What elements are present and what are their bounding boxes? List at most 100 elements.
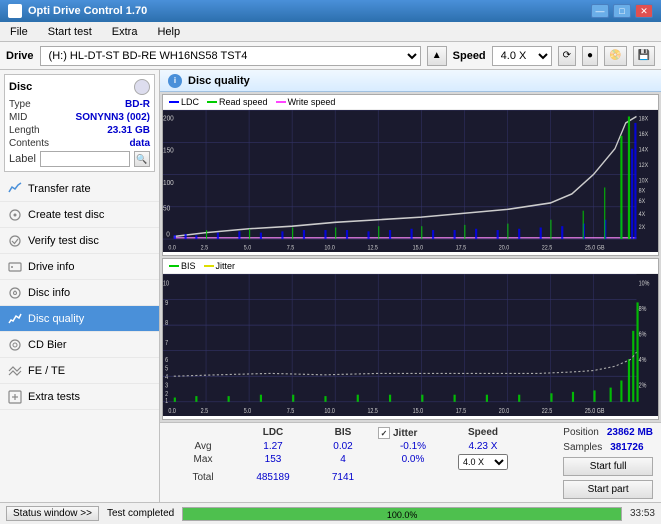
svg-text:22.5: 22.5 [542, 245, 553, 252]
progress-text: 100.0% [183, 508, 621, 522]
disc-contents-label: Contents [9, 138, 49, 149]
stats-max-ldc: 153 [238, 454, 308, 470]
close-button[interactable]: ✕ [635, 4, 653, 18]
legend-read-speed-label: Read speed [219, 97, 268, 107]
stats-table: LDC BIS ✓ Jitter Speed Avg 1.27 [168, 427, 551, 485]
svg-text:20.0: 20.0 [499, 245, 510, 252]
stats-avg-jitter: -0.1% [378, 441, 448, 452]
sidebar-item-cd-bier[interactable]: CD Bier [0, 332, 159, 358]
sidebar-item-transfer-rate[interactable]: Transfer rate [0, 176, 159, 202]
drive-action-btn2[interactable]: ● [582, 46, 598, 66]
disc-label-row: Label 🔍 [9, 151, 150, 167]
stats-avg-label: Avg [168, 441, 238, 452]
app-title: Opti Drive Control 1.70 [28, 5, 147, 17]
disc-image-icon [134, 79, 150, 95]
nav-label-create-test-disc: Create test disc [28, 209, 104, 221]
status-window-button[interactable]: Status window >> [6, 506, 99, 521]
chart-bottom-legend: BIS Jitter [163, 259, 658, 274]
sidebar-item-create-test-disc[interactable]: Create test disc [0, 202, 159, 228]
stats-total-ldc: 485189 [238, 472, 308, 483]
nav-label-transfer-rate: Transfer rate [28, 183, 91, 195]
drive-save-btn[interactable]: 💾 [633, 46, 655, 66]
svg-text:10.0: 10.0 [324, 245, 335, 252]
stats-total-row: Total 485189 7141 [168, 472, 551, 483]
svg-text:15.0: 15.0 [413, 408, 424, 416]
svg-text:0.0: 0.0 [168, 245, 176, 252]
nav-label-extra-tests: Extra tests [28, 391, 80, 403]
svg-text:17.5: 17.5 [456, 408, 467, 416]
disc-label-label: Label [9, 153, 36, 165]
disc-mid-label: MID [9, 112, 27, 123]
jitter-label: Jitter [393, 428, 417, 439]
svg-text:0.0: 0.0 [168, 408, 176, 416]
svg-text:2X: 2X [639, 224, 646, 231]
title-bar-left: Opti Drive Control 1.70 [8, 4, 147, 18]
menu-bar: File Start test Extra Help [0, 22, 661, 42]
verify-test-disc-icon [8, 234, 22, 248]
sidebar-item-verify-test-disc[interactable]: Verify test disc [0, 228, 159, 254]
svg-text:2%: 2% [639, 382, 647, 390]
nav-items: Transfer rate Create test disc Verify te… [0, 176, 159, 502]
stats-speed-select[interactable]: 4.0 X [458, 454, 508, 470]
chart-bottom-svg: 10 9 8 7 6 5 4 3 2 1 10% 8% 6% 4% 2% [163, 274, 658, 416]
legend-write-speed-label: Write speed [288, 97, 336, 107]
title-bar-controls: — □ ✕ [591, 4, 653, 18]
extra-tests-icon [8, 390, 22, 404]
sidebar-item-drive-info[interactable]: Drive info [0, 254, 159, 280]
speed-select[interactable]: 4.0 X [492, 46, 552, 66]
drive-action-btn3[interactable]: 📀 [604, 46, 626, 66]
svg-text:8%: 8% [639, 305, 647, 313]
samples-value: 381726 [610, 442, 643, 453]
disc-label-search-button[interactable]: 🔍 [134, 151, 150, 167]
svg-text:1: 1 [165, 398, 168, 406]
sidebar-item-fe-te[interactable]: FE / TE [0, 358, 159, 384]
position-label: Position [563, 427, 599, 438]
svg-text:6X: 6X [639, 199, 646, 206]
disc-mid-value: SONYNN3 (002) [76, 112, 150, 123]
drive-info-icon [8, 260, 22, 274]
menu-extra[interactable]: Extra [106, 25, 144, 39]
start-full-button[interactable]: Start full [563, 457, 653, 476]
create-test-disc-icon [8, 208, 22, 222]
sidebar: Disc Type BD-R MID SONYNN3 (002) Length … [0, 70, 160, 502]
disc-type-row: Type BD-R [9, 99, 150, 110]
disc-length-row: Length 23.31 GB [9, 125, 150, 136]
svg-text:14X: 14X [639, 147, 649, 154]
sidebar-item-extra-tests[interactable]: Extra tests [0, 384, 159, 410]
stats-right: Position 23862 MB Samples 381726 Start f… [563, 427, 653, 499]
menu-start-test[interactable]: Start test [42, 25, 98, 39]
maximize-button[interactable]: □ [613, 4, 631, 18]
stats-col-bis: BIS [308, 427, 378, 439]
legend-jitter-label: Jitter [216, 261, 236, 271]
sidebar-item-disc-info[interactable]: Disc info [0, 280, 159, 306]
position-value: 23862 MB [607, 427, 653, 438]
eject-button[interactable]: ▲ [427, 46, 447, 66]
svg-text:12.5: 12.5 [367, 408, 378, 416]
jitter-checkbox[interactable]: ✓ [378, 427, 390, 439]
legend-jitter: Jitter [204, 261, 236, 271]
menu-help[interactable]: Help [151, 25, 186, 39]
svg-text:10%: 10% [639, 280, 650, 288]
disc-length-label: Length [9, 125, 40, 136]
title-bar: Opti Drive Control 1.70 — □ ✕ [0, 0, 661, 22]
disc-label-input[interactable] [40, 151, 130, 167]
drive-select[interactable]: (H:) HL-DT-ST BD-RE WH16NS58 TST4 [40, 46, 421, 66]
disc-panel: Disc Type BD-R MID SONYNN3 (002) Length … [4, 74, 155, 172]
stats-avg-row: Avg 1.27 0.02 -0.1% 4.23 X [168, 441, 551, 452]
stats-speed-label: Speed [468, 427, 498, 438]
charts-container: LDC Read speed Write speed [160, 92, 661, 422]
minimize-button[interactable]: — [591, 4, 609, 18]
menu-file[interactable]: File [4, 25, 34, 39]
sidebar-item-disc-quality[interactable]: Disc quality [0, 306, 159, 332]
samples-row: Samples 381726 [563, 442, 653, 453]
drive-action-btn1[interactable]: ⟳ [558, 46, 576, 66]
content-area: i Disc quality LDC Read speed [160, 70, 661, 502]
nav-label-cd-bier: CD Bier [28, 339, 67, 351]
drive-bar: Drive (H:) HL-DT-ST BD-RE WH16NS58 TST4 … [0, 42, 661, 70]
start-part-button[interactable]: Start part [563, 480, 653, 499]
legend-bis: BIS [169, 261, 196, 271]
stats-speed-select-container: 4.0 X [448, 454, 518, 470]
disc-contents-value: data [129, 138, 150, 149]
status-text: Test completed [107, 508, 174, 519]
svg-text:18X: 18X [639, 116, 649, 123]
